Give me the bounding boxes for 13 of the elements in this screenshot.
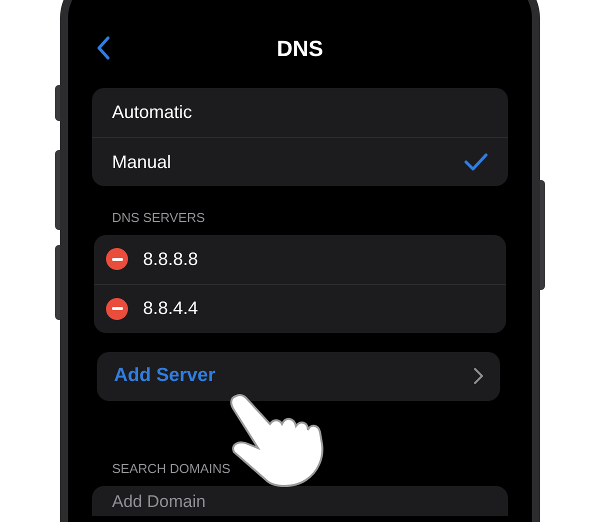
option-row[interactable]: Automatic [92, 88, 508, 137]
server-address[interactable]: 8.8.8.8 [143, 246, 198, 272]
chevron-icon [474, 368, 483, 384]
option-row[interactable]: Manual [92, 137, 508, 186]
screen-title: DNS [276, 34, 324, 62]
server-address[interactable]: 8.8.4.4 [143, 295, 198, 322]
back-icon[interactable] [96, 36, 110, 60]
section-header: SEARCH DOMAINS [112, 460, 230, 478]
remove-icon[interactable] [106, 248, 128, 270]
section-header: DNS SERVERS [112, 209, 205, 227]
add-server-button[interactable]: Add Server [97, 352, 500, 400]
add-domain-field[interactable]: Add Domain [92, 486, 508, 516]
remove-icon[interactable] [106, 298, 128, 320]
